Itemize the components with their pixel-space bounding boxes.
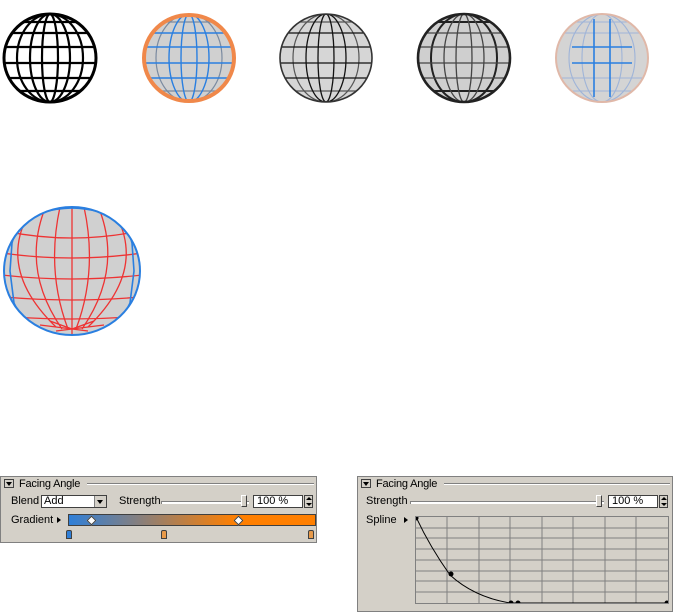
dropdown-arrow-icon[interactable]	[94, 496, 106, 507]
gradient-expand-icon[interactable]	[57, 517, 61, 523]
title-divider	[444, 483, 670, 485]
blend-select-value: Add	[44, 495, 64, 507]
spin-down-icon[interactable]	[661, 503, 667, 506]
sphere-dark-gray-wireframe	[416, 12, 512, 104]
sphere-black-wireframe	[2, 12, 98, 104]
spline-point	[448, 571, 454, 577]
strength-input[interactable]: 100 %	[253, 495, 303, 508]
facing-angle-gradient-panel: Facing Angle Blend Add Strength 100 % Gr…	[0, 476, 317, 543]
strength-slider-track[interactable]	[410, 501, 604, 504]
spin-down-icon[interactable]	[306, 503, 312, 506]
spline-point	[416, 517, 419, 521]
strength-spinner[interactable]	[659, 495, 668, 508]
panel-title: Facing Angle	[19, 478, 81, 490]
sphere-orange-outline	[142, 13, 236, 103]
spline-label: Spline	[366, 514, 397, 526]
strength-input-value: 100 %	[257, 495, 289, 507]
spin-up-icon[interactable]	[661, 497, 667, 500]
panel-header: Facing Angle	[358, 477, 672, 491]
strength-input-value: 100 %	[612, 495, 644, 507]
strength-slider-thumb[interactable]	[241, 495, 247, 507]
gradient-knot[interactable]	[161, 530, 167, 539]
collapse-arrow-icon[interactable]	[361, 479, 371, 488]
strength-label: Strength	[119, 495, 161, 507]
spline-editor[interactable]	[415, 516, 669, 604]
spline-expand-icon[interactable]	[404, 517, 408, 523]
strength-spinner[interactable]	[304, 495, 313, 508]
sphere-red-blue-perspective	[3, 206, 141, 336]
spin-up-icon[interactable]	[306, 497, 312, 500]
spline-point	[508, 600, 514, 603]
strength-slider-thumb[interactable]	[596, 495, 602, 507]
gradient-label: Gradient	[11, 514, 54, 526]
strength-slider-track[interactable]	[161, 501, 249, 504]
gradient-bar[interactable]	[68, 514, 316, 526]
sphere-faded-blue-center	[555, 13, 649, 103]
spline-point	[664, 600, 668, 603]
gradient-knot[interactable]	[66, 530, 72, 539]
strength-label: Strength	[366, 495, 408, 507]
blend-label: Blend	[11, 495, 40, 507]
strength-input[interactable]: 100 %	[608, 495, 658, 508]
sphere-gray-wireframe	[279, 13, 373, 103]
panel-header: Facing Angle	[1, 477, 316, 491]
facing-angle-spline-panel: Facing Angle Strength 100 % Spline	[357, 476, 673, 612]
gradient-knot[interactable]	[308, 530, 314, 539]
collapse-arrow-icon[interactable]	[4, 479, 14, 488]
blend-select[interactable]: Add	[41, 495, 107, 508]
spline-point	[515, 600, 521, 603]
spline-curve-graph	[416, 517, 668, 603]
title-divider	[87, 483, 314, 485]
panel-title: Facing Angle	[376, 478, 438, 490]
